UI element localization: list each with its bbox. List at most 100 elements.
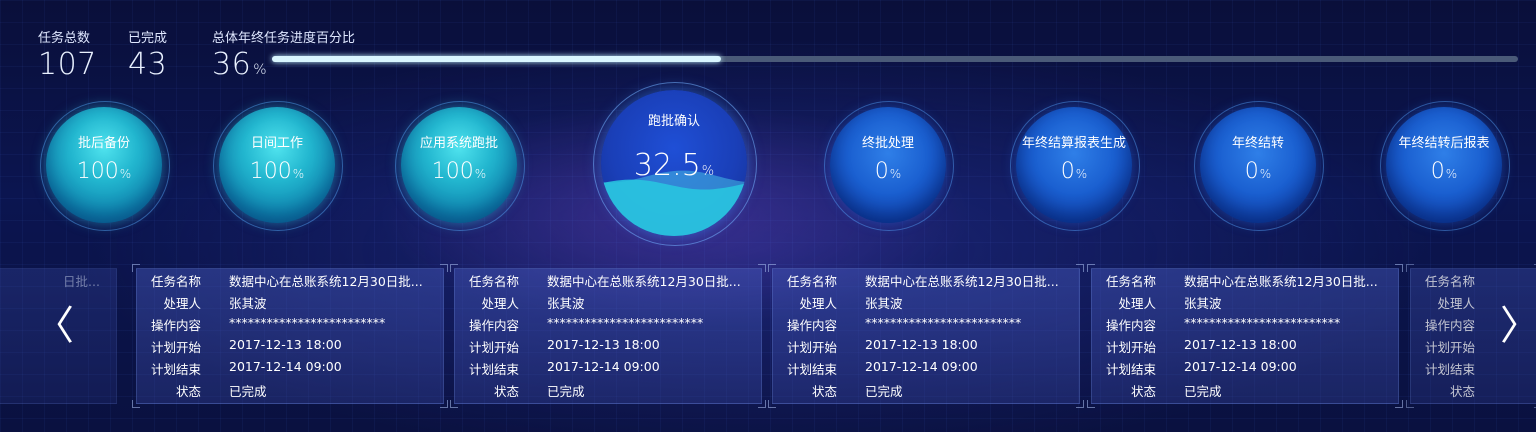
- task-row-status: 状态: [1411, 381, 1536, 403]
- task-card[interactable]: 任务名称 数据中心在总账系统12月30日批... 处理人 张其波操作内容 *******…: [768, 264, 1084, 408]
- field-value-plan-end: 2017-12-14 09:00: [229, 359, 342, 374]
- stage-app-batch-value: 100: [431, 159, 474, 184]
- task-row-operation: 操作内容 *************************: [455, 315, 761, 337]
- chevron-left-icon: 〈: [34, 303, 74, 349]
- stage-daytime-work-unit: %: [292, 167, 305, 181]
- prev-button[interactable]: 〈: [34, 306, 74, 346]
- task-row-task-name: 任务名称 数据中心在总账系统12月30日批...: [137, 271, 443, 293]
- field-value-operation: *************************: [1184, 315, 1341, 330]
- field-value-plan-end: 2017-12-14 09:00: [1184, 359, 1297, 374]
- field-label-task-name: 任务名称: [468, 274, 519, 289]
- field-value-plan-start: 2017-12-13 18:00: [547, 337, 660, 352]
- stage-year-end-carryover-value: 0: [1244, 159, 1259, 184]
- overall-progress-bar: [272, 56, 1518, 62]
- field-label-status: 状态: [493, 384, 519, 399]
- partial-card-task-name: 日批...: [63, 274, 100, 289]
- stage-backup-orb[interactable]: 批后备份 100%: [46, 107, 162, 223]
- stage-post-carryover-report-unit: %: [1445, 167, 1458, 181]
- field-value-task-name: 数据中心在总账系统12月30日批...: [1184, 274, 1378, 289]
- field-label-task-name: 任务名称: [786, 274, 837, 289]
- stage-post-carryover-report-readout: 0%: [1386, 159, 1502, 184]
- field-label-task-name: 任务名称: [1424, 274, 1475, 289]
- task-row-plan-end: 计划结束 2017-12-14 09:00: [137, 359, 443, 381]
- task-row-status: 状态 已完成: [1092, 381, 1398, 403]
- active-stage-value: 32.5: [633, 148, 701, 183]
- active-stage-readout: 32.5%: [601, 148, 747, 183]
- stage-final-batch-orb[interactable]: 终批处理 0%: [830, 107, 946, 223]
- task-row-status: 状态 已完成: [137, 381, 443, 403]
- field-label-handler: 处理人: [1437, 296, 1475, 311]
- overall-progress-unit: %: [253, 62, 267, 78]
- field-value-plan-start: 2017-12-13 18:00: [865, 337, 978, 352]
- task-row-plan-start: 计划开始 2017-12-13 18:00: [773, 337, 1079, 359]
- field-label-task-name: 任务名称: [150, 274, 201, 289]
- field-label-plan-start: 计划开始: [150, 340, 201, 355]
- field-label-plan-start: 计划开始: [786, 340, 837, 355]
- stage-app-batch-unit: %: [474, 167, 487, 181]
- field-value-plan-start: 2017-12-13 18:00: [1184, 337, 1297, 352]
- task-row-operation: 操作内容 *************************: [773, 315, 1079, 337]
- stage-year-end-report-name: 年终结算报表生成: [1021, 136, 1126, 151]
- task-row-handler: 处理人 张其波: [137, 293, 443, 315]
- task-row-handler: 处理人 张其波: [773, 293, 1079, 315]
- task-row-operation: 操作内容 *************************: [1092, 315, 1398, 337]
- next-button[interactable]: 〉: [1500, 306, 1536, 346]
- field-value-handler: 张其波: [229, 296, 267, 311]
- stage-app-batch-orb[interactable]: 应用系统跑批 100%: [401, 107, 517, 223]
- overall-progress-fill: [272, 56, 721, 62]
- task-row-task-name: 任务名称: [1411, 271, 1536, 293]
- field-label-plan-start: 计划开始: [468, 340, 519, 355]
- task-row-task-name: 任务名称 数据中心在总账系统12月30日批...: [1092, 271, 1398, 293]
- field-value-plan-end: 2017-12-14 09:00: [547, 359, 660, 374]
- stage-backup-name: 批后备份: [77, 136, 130, 151]
- active-stage-orb[interactable]: 跑批确认 32.5%: [601, 90, 747, 236]
- field-label-plan-end: 计划结束: [786, 362, 837, 377]
- task-row-handler: 处理人 张其波: [455, 293, 761, 315]
- field-label-operation: 操作内容: [150, 318, 201, 333]
- stage-daytime-work-name: 日间工作: [250, 136, 303, 151]
- field-label-handler: 处理人: [799, 296, 837, 311]
- field-label-operation: 操作内容: [1105, 318, 1156, 333]
- task-card[interactable]: 任务名称 数据中心在总账系统12月30日批... 处理人 张其波 操作内容 *******…: [132, 264, 448, 408]
- stage-daytime-work-orb[interactable]: 日间工作 100%: [219, 107, 335, 223]
- stage-year-end-carryover-unit: %: [1259, 167, 1272, 181]
- field-label-plan-end: 计划结束: [150, 362, 201, 377]
- task-card[interactable]: 任务名称 数据中心在总账系统12月30日批... 处理人 张其波 操作内容 *******…: [450, 264, 766, 408]
- task-row-plan-start: 计划开始 2017-12-13 18:00: [1092, 337, 1398, 359]
- task-row-plan-end: 计划结束 2017-12-14 09:00: [1092, 359, 1398, 381]
- field-value-handler: 张其波: [865, 296, 903, 311]
- stage-daytime-work-readout: 100%: [219, 159, 335, 184]
- stage-final-batch-name: 终批处理: [861, 136, 914, 151]
- field-value-operation: *************************: [865, 315, 1022, 330]
- task-row-task-name: 任务名称 数据中心在总账系统12月30日批...: [773, 271, 1079, 293]
- field-value-handler: 张其波: [1184, 296, 1222, 311]
- field-label-plan-end: 计划结束: [1105, 362, 1156, 377]
- task-row-task-name: 任务名称 数据中心在总账系统12月30日批...: [455, 271, 761, 293]
- stage-year-end-report-orb[interactable]: 年终结算报表生成 0%: [1016, 107, 1132, 223]
- task-total-stat: 任务总数 107: [38, 27, 97, 82]
- task-row-handler: 处理人 张其波: [1092, 293, 1398, 315]
- field-label-handler: 处理人: [481, 296, 519, 311]
- task-row-operation: 操作内容 *************************: [137, 315, 443, 337]
- field-label-handler: 处理人: [1118, 296, 1156, 311]
- field-label-operation: 操作内容: [1424, 318, 1475, 333]
- task-done-value: 43: [128, 47, 168, 82]
- field-value-plan-end: 2017-12-14 09:00: [865, 359, 978, 374]
- field-label-plan-start: 计划开始: [1105, 340, 1156, 355]
- active-stage-unit: %: [701, 164, 715, 179]
- field-label-status: 状态: [1130, 384, 1156, 399]
- stage-backup-readout: 100%: [46, 159, 162, 184]
- task-row-plan-start: 计划开始 2017-12-13 18:00: [137, 337, 443, 359]
- stage-post-carryover-report-name: 年终结转后报表: [1398, 136, 1490, 151]
- task-total-value: 107: [38, 47, 97, 82]
- field-value-task-name: 数据中心在总账系统12月30日批...: [865, 274, 1059, 289]
- stage-post-carryover-report-value: 0: [1430, 159, 1445, 184]
- stage-backup-value: 100: [76, 159, 119, 184]
- task-total-label: 任务总数: [38, 31, 91, 46]
- stage-year-end-carryover-orb[interactable]: 年终结转 0%: [1200, 107, 1316, 223]
- stage-post-carryover-report-orb[interactable]: 年终结转后报表 0%: [1386, 107, 1502, 223]
- overall-progress-label: 总体年终任务进度百分比: [212, 31, 356, 46]
- field-label-plan-end: 计划结束: [468, 362, 519, 377]
- task-card[interactable]: 任务名称 数据中心在总账系统12月30日批... 处理人 张其波操作内容 *******…: [1087, 264, 1403, 408]
- field-value-task-name: 数据中心在总账系统12月30日批...: [229, 274, 423, 289]
